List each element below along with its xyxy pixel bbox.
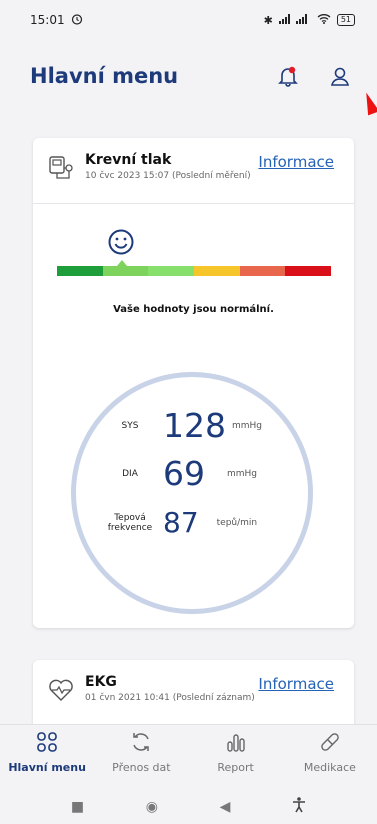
- profile-button[interactable]: [327, 63, 353, 89]
- blood-pressure-card[interactable]: Krevní tlak 10 čvc 2023 15:07 (Poslední …: [33, 138, 354, 628]
- bp-scale: [33, 204, 354, 284]
- page-title: Hlavní menu: [30, 64, 179, 88]
- back-button[interactable]: ◀: [220, 799, 231, 815]
- pulse-label: Tepová frekvence: [103, 513, 157, 533]
- dia-unit: mmHg: [227, 468, 258, 479]
- scale-segment: [57, 266, 103, 276]
- dia-reading: DIA 69 mmHg: [103, 454, 257, 493]
- ekg-info-link[interactable]: Informace: [258, 675, 334, 693]
- accessibility-icon: [293, 797, 306, 813]
- scale-segment: [194, 266, 240, 276]
- bottom-navigation: Hlavní menu Přenos dat Report Medikace: [0, 724, 377, 788]
- dia-value: 69: [163, 454, 205, 493]
- pulse-label-line1: Tepová: [114, 512, 146, 523]
- scale-bar: [57, 266, 332, 276]
- bluetooth-icon: ✱: [263, 13, 273, 27]
- dashboard-icon: [37, 732, 57, 752]
- accessibility-button[interactable]: [292, 797, 306, 817]
- card-header: Krevní tlak 10 čvc 2023 15:07 (Poslední …: [33, 138, 354, 204]
- card-header: EKG 01 čvn 2021 10:41 (Poslední záznam) …: [33, 660, 354, 726]
- scale-segment: [148, 266, 195, 276]
- status-bar: 15:01 ✱ 51: [0, 0, 377, 40]
- sys-label: SYS: [121, 420, 139, 431]
- status-message: Vaše hodnoty jsou normální.: [113, 304, 274, 315]
- notifications-button[interactable]: [275, 63, 301, 89]
- sys-reading: SYS 128 mmHg: [103, 406, 262, 445]
- nav-label: Report: [217, 761, 254, 774]
- nav-label: Hlavní menu: [8, 761, 86, 774]
- alarm-icon: [71, 13, 83, 28]
- status-time: 15:01: [30, 13, 65, 27]
- recents-button[interactable]: ■: [71, 799, 84, 815]
- app-header: Hlavní menu: [0, 52, 377, 100]
- card-title: Krevní tlak: [85, 152, 172, 168]
- sys-unit: mmHg: [232, 420, 263, 431]
- pulse-unit: tepů/min: [216, 517, 258, 528]
- dia-label: DIA: [122, 468, 138, 479]
- pulse-value: 87: [163, 506, 199, 539]
- battery-icon: 51: [336, 14, 355, 26]
- chart-icon: [226, 734, 245, 752]
- scale-segment: [239, 266, 286, 276]
- nav-item-transfer[interactable]: Přenos dat: [101, 729, 181, 774]
- blood-pressure-monitor-icon: [49, 156, 73, 179]
- system-navigation: ■ ◉ ◀: [0, 790, 377, 824]
- user-icon: [330, 67, 350, 86]
- wifi-icon: [317, 13, 331, 27]
- smiley-icon: [108, 229, 134, 255]
- nav-item-medication[interactable]: Medikace: [290, 729, 370, 774]
- scale-segment: [102, 266, 149, 276]
- bell-icon: [278, 66, 298, 87]
- scale-segment: [285, 266, 332, 276]
- sync-icon: [133, 733, 150, 751]
- pill-icon: [321, 733, 339, 751]
- heart-pulse-icon: [49, 679, 73, 701]
- pulse-reading: Tepová frekvence 87 tepů/min: [103, 506, 257, 539]
- nav-item-dashboard[interactable]: Hlavní menu: [7, 729, 87, 774]
- bp-info-link[interactable]: Informace: [258, 153, 334, 171]
- pulse-label-line2: frekvence: [107, 522, 153, 533]
- home-button[interactable]: ◉: [146, 799, 158, 815]
- last-measurement-date: 10 čvc 2023 15:07 (Poslední měření): [85, 171, 251, 181]
- signal-icon: [278, 13, 311, 27]
- sys-value: 128: [163, 406, 226, 445]
- ekg-card[interactable]: EKG 01 čvn 2021 10:41 (Poslední záznam) …: [33, 660, 354, 730]
- card-title: EKG: [85, 674, 117, 690]
- nav-item-report[interactable]: Report: [196, 729, 276, 774]
- last-record-date: 01 čvn 2021 10:41 (Poslední záznam): [85, 693, 255, 703]
- nav-label: Přenos dat: [112, 761, 171, 774]
- nav-label: Medikace: [303, 761, 356, 774]
